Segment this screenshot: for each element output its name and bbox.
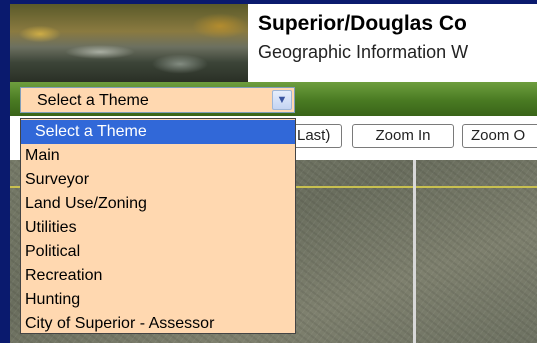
theme-option-city-of-superior-assessor[interactable]: City of Superior - Assessor [21, 312, 295, 336]
theme-option-political[interactable]: Political [21, 240, 295, 264]
last-extent-button[interactable]: Last) [288, 124, 342, 148]
theme-option-recreation[interactable]: Recreation [21, 264, 295, 288]
zoom-out-button[interactable]: Zoom O [462, 124, 537, 148]
map-boundary-line [413, 160, 416, 343]
theme-option-main[interactable]: Main [21, 144, 295, 168]
theme-option-hunting[interactable]: Hunting [21, 288, 295, 312]
theme-select[interactable]: Select a Theme ▼ [20, 87, 295, 113]
theme-option-land-use-zoning[interactable]: Land Use/Zoning [21, 192, 295, 216]
zoom-in-button[interactable]: Zoom In [352, 124, 454, 148]
theme-select-value: Select a Theme [37, 92, 149, 109]
app-subtitle: Geographic Information W [258, 42, 469, 62]
theme-option-surveyor[interactable]: Surveyor [21, 168, 295, 192]
theme-dropdown-list: Select a Theme Main Surveyor Land Use/Zo… [20, 118, 296, 334]
theme-option-select-a-theme[interactable]: Select a Theme [21, 120, 295, 144]
header-photo [10, 4, 248, 82]
app-title: Superior/Douglas Co [258, 12, 467, 35]
chevron-down-icon[interactable]: ▼ [272, 90, 292, 110]
theme-option-utilities[interactable]: Utilities [21, 216, 295, 240]
